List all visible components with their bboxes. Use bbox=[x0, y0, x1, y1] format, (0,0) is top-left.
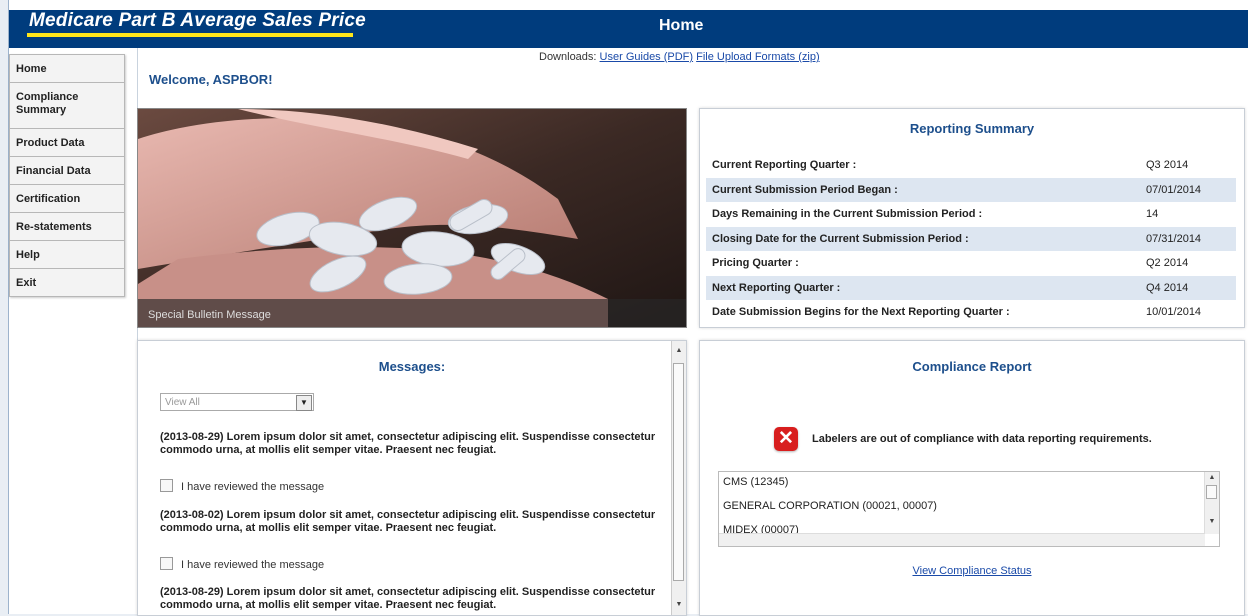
pills-in-hand-photo bbox=[138, 109, 686, 327]
table-row: Current Reporting Quarter : Q3 2014 bbox=[706, 153, 1236, 178]
reporting-summary-title: Reporting Summary bbox=[909, 121, 1035, 136]
sidebar-item-financial-data[interactable]: Financial Data bbox=[9, 157, 125, 185]
bulletin-caption: Special Bulletin Message bbox=[138, 299, 686, 327]
x-error-icon: ✕ bbox=[774, 427, 798, 451]
labelers-vertical-scrollbar[interactable]: ▲ ▼ bbox=[1204, 472, 1219, 534]
app-title: Medicare Part B Average Sales Price bbox=[29, 10, 366, 31]
review-checkbox[interactable]: I have reviewed the message bbox=[160, 557, 324, 571]
table-row: Days Remaining in the Current Submission… bbox=[706, 202, 1236, 227]
scrollbar-thumb[interactable] bbox=[673, 363, 684, 581]
view-compliance-status-link[interactable]: View Compliance Status bbox=[700, 565, 1244, 577]
title-underline bbox=[27, 33, 353, 37]
review-label: I have reviewed the message bbox=[181, 481, 325, 493]
row-label: Closing Date for the Current Submission … bbox=[706, 226, 1140, 251]
message-filter-select[interactable]: View All ▼ bbox=[160, 393, 314, 411]
checkbox-icon[interactable] bbox=[160, 479, 173, 492]
messages-panel: Messages: View All ▼ (2013-08-29) Lorem … bbox=[137, 340, 687, 616]
checkbox-icon[interactable] bbox=[160, 557, 173, 570]
row-label: Date Submission Begins for the Next Repo… bbox=[712, 306, 1010, 319]
message-text: (2013-08-29) Lorem ipsum dolor sit amet,… bbox=[160, 586, 656, 611]
sidebar-item-exit[interactable]: Exit bbox=[9, 269, 125, 297]
table-row: Next Reporting Quarter : Q4 2014 bbox=[706, 275, 1236, 300]
row-value: 10/01/2014 bbox=[1146, 306, 1202, 319]
compliance-report-panel: Compliance Report ✕ Labelers are out of … bbox=[699, 340, 1245, 616]
scroll-up-icon[interactable]: ▲ bbox=[1205, 474, 1219, 481]
sidebar-nav: Home Compliance Summary Product Data Fin… bbox=[9, 54, 125, 297]
review-label: I have reviewed the message bbox=[181, 559, 325, 571]
row-label: Next Reporting Quarter : bbox=[706, 275, 1140, 300]
app-window: Medicare Part B Average Sales Price Home… bbox=[8, 0, 1248, 616]
review-checkbox[interactable]: I have reviewed the message bbox=[160, 479, 324, 493]
sidebar: Home Compliance Summary Product Data Fin… bbox=[9, 48, 138, 614]
compliance-report-title: Compliance Report bbox=[912, 359, 1032, 374]
reporting-summary-table: Current Reporting Quarter : Q3 2014 Curre… bbox=[706, 153, 1236, 325]
labelers-horizontal-scrollbar[interactable] bbox=[719, 533, 1205, 546]
chevron-down-icon[interactable]: ▼ bbox=[296, 395, 312, 411]
list-item[interactable]: CMS (12345) bbox=[723, 476, 788, 488]
scrollbar-thumb[interactable] bbox=[1206, 485, 1217, 499]
sidebar-item-help[interactable]: Help bbox=[9, 241, 125, 269]
row-value: Q4 2014 bbox=[1140, 275, 1236, 300]
page-title: Home bbox=[659, 17, 704, 34]
sidebar-item-certification[interactable]: Certification bbox=[9, 185, 125, 213]
row-value: 07/01/2014 bbox=[1140, 177, 1236, 202]
welcome-message: Welcome, ASPBOR! bbox=[149, 72, 273, 87]
table-row: Closing Date for the Current Submission … bbox=[706, 226, 1236, 251]
user-guides-link[interactable]: User Guides (PDF) bbox=[600, 51, 694, 63]
table-row: Current Submission Period Began :07/01/2… bbox=[706, 177, 1236, 202]
row-value: Q2 2014 bbox=[1146, 257, 1189, 270]
header-bar: Medicare Part B Average Sales Price Home bbox=[9, 10, 1248, 48]
sidebar-item-re-statements[interactable]: Re-statements bbox=[9, 213, 125, 241]
messages-scrollbar[interactable]: ▲ ▼ bbox=[671, 341, 686, 615]
row-label: Days Remaining in the Current Submission… bbox=[712, 208, 983, 221]
message-text: (2013-08-02) Lorem ipsum dolor sit amet,… bbox=[160, 509, 656, 534]
bulletin-image[interactable]: Special Bulletin Message bbox=[137, 108, 687, 328]
scroll-down-icon[interactable]: ▼ bbox=[1205, 518, 1219, 525]
list-item[interactable]: GENERAL CORPORATION (00021, 00007) bbox=[723, 500, 937, 512]
message-text: (2013-08-29) Lorem ipsum dolor sit amet,… bbox=[160, 431, 656, 456]
message-filter-value: View All bbox=[165, 397, 200, 408]
reporting-summary-panel: Reporting Summary Current Reporting Quar… bbox=[699, 108, 1245, 328]
sidebar-item-product-data[interactable]: Product Data bbox=[9, 129, 125, 157]
downloads-label: Downloads: bbox=[539, 51, 597, 63]
file-upload-formats-link[interactable]: File Upload Formats (zip) bbox=[696, 51, 819, 63]
scroll-up-icon[interactable]: ▲ bbox=[672, 347, 686, 354]
labelers-list[interactable]: CMS (12345) GENERAL CORPORATION (00021, … bbox=[718, 471, 1220, 547]
row-value: Q3 2014 bbox=[1146, 159, 1189, 172]
compliance-status-message: Labelers are out of compliance with data… bbox=[812, 433, 1152, 445]
sidebar-item-compliance-summary[interactable]: Compliance Summary bbox=[9, 83, 125, 129]
row-value: 07/31/2014 bbox=[1140, 226, 1236, 251]
row-label: Current Reporting Quarter : bbox=[712, 159, 857, 172]
sidebar-item-home[interactable]: Home bbox=[9, 55, 125, 83]
messages-title: Messages: bbox=[378, 359, 446, 374]
table-row: Pricing Quarter : Q2 2014 bbox=[706, 251, 1236, 276]
scroll-down-icon[interactable]: ▼ bbox=[672, 601, 686, 608]
row-label: Pricing Quarter : bbox=[712, 257, 799, 270]
row-label: Current Submission Period Began : bbox=[706, 177, 1140, 202]
row-value: 14 bbox=[1146, 208, 1159, 221]
downloads-bar: Downloads: User Guides (PDF) File Upload… bbox=[539, 51, 820, 63]
table-row: Date Submission Begins for the Next Repo… bbox=[706, 300, 1236, 325]
